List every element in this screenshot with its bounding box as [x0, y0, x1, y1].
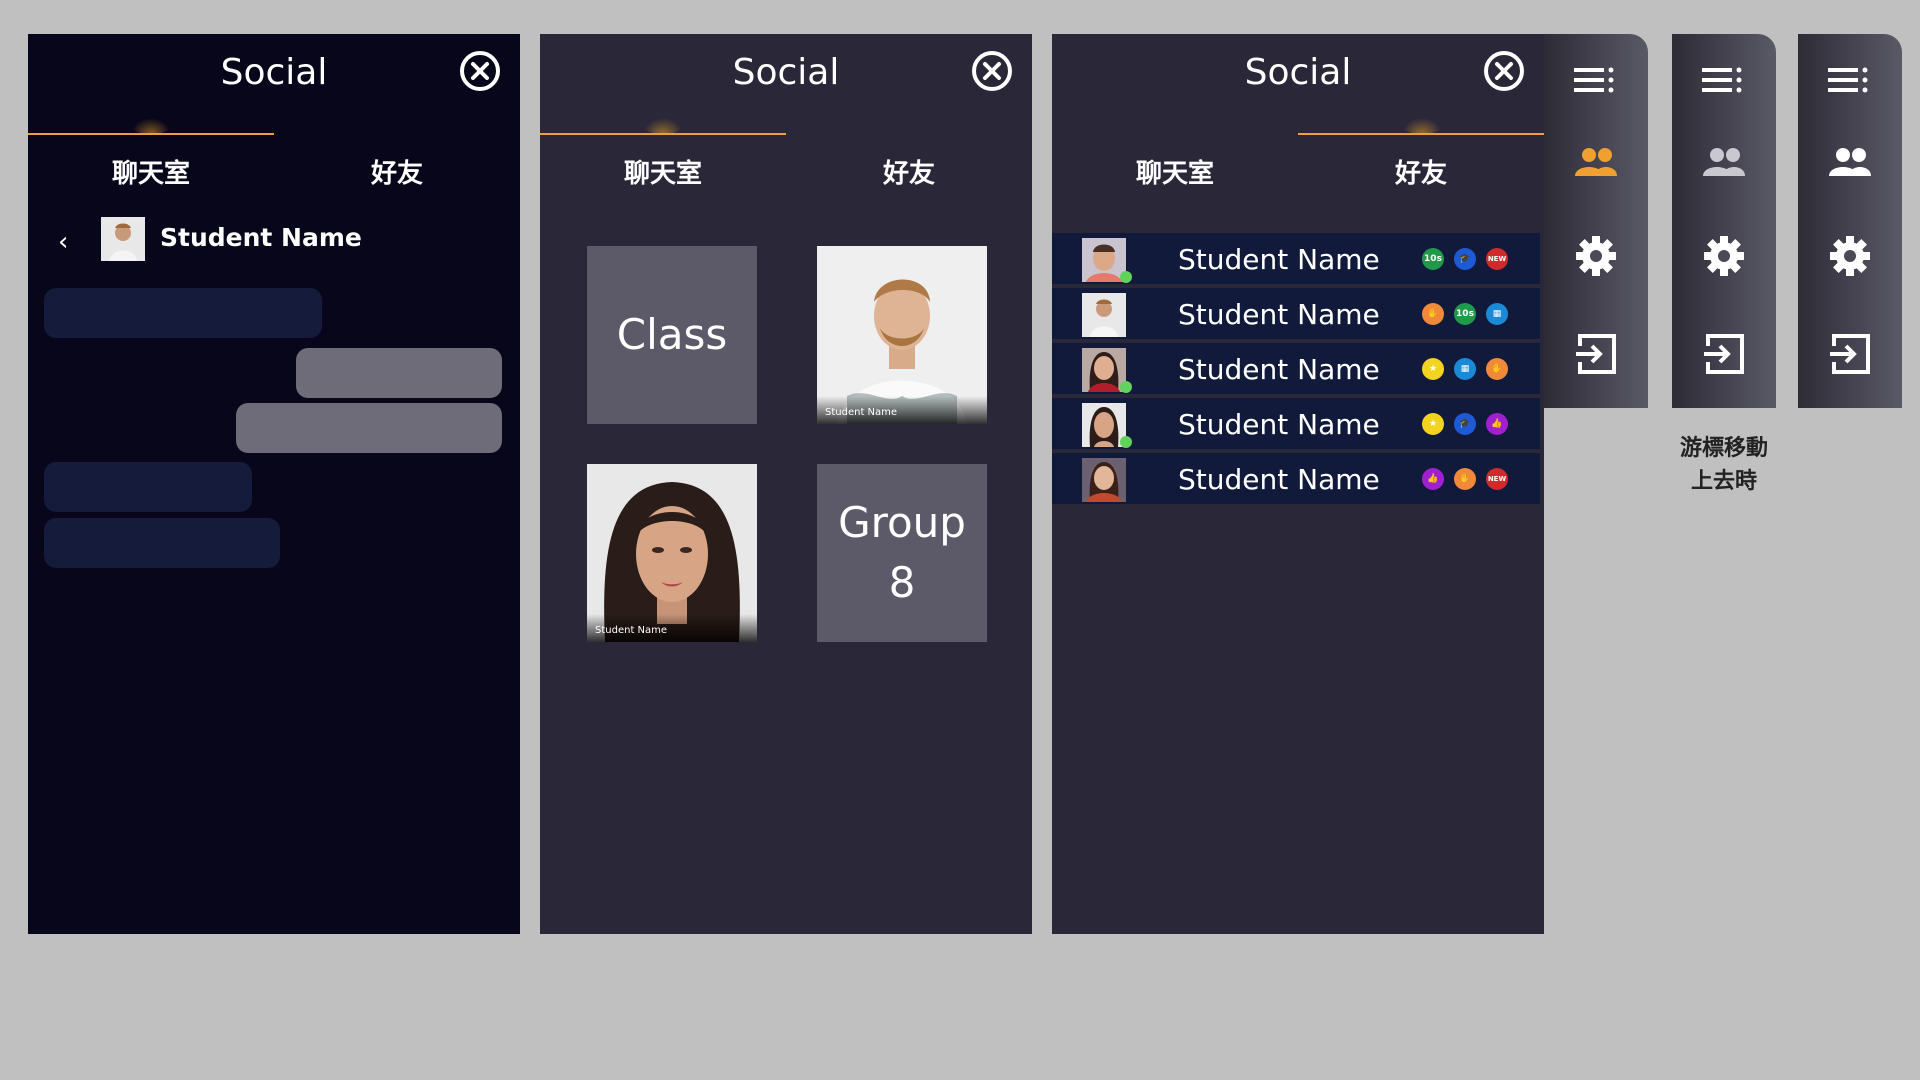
10s-badge-icon: 10s	[1454, 303, 1476, 325]
thumbs-up-badge-icon: 👍	[1422, 468, 1444, 490]
menu-icon[interactable]	[1698, 56, 1750, 108]
tab-friends[interactable]: 好友	[274, 153, 520, 190]
close-button[interactable]	[460, 51, 500, 91]
friends-icon[interactable]	[1570, 136, 1622, 188]
message-bubble-outgoing	[236, 403, 502, 453]
new-badge-icon: NEW	[1486, 468, 1508, 490]
social-chat-panel: Social 聊天室 好友 ‹ Student Name	[28, 34, 520, 934]
student-photo	[817, 246, 987, 424]
hand-badge-icon: ✋	[1422, 303, 1444, 325]
close-icon	[1495, 62, 1513, 80]
star-badge-icon: ★	[1422, 413, 1444, 435]
tab-glow	[131, 118, 171, 134]
room-tile-student[interactable]: Student Name	[817, 246, 987, 424]
avatar	[1082, 293, 1126, 337]
avatar	[1082, 458, 1126, 502]
online-status-dot	[1120, 381, 1132, 393]
sidebar-hover	[1672, 34, 1776, 408]
thumbs-up-badge-icon: 👍	[1486, 413, 1508, 435]
back-arrow-icon[interactable]: ‹	[58, 227, 68, 257]
friend-row[interactable]: Student Name 👍 ✋ NEW	[1052, 453, 1540, 504]
room-label: Group	[838, 498, 966, 547]
sidebar-friends-active	[1544, 34, 1648, 408]
friend-row[interactable]: Student Name 10s 🎓 NEW	[1052, 233, 1540, 284]
settings-icon[interactable]	[1570, 230, 1622, 282]
tab-indicator	[1298, 133, 1544, 135]
tab-indicator	[540, 133, 786, 135]
avatar	[101, 217, 145, 261]
logout-icon[interactable]	[1698, 328, 1750, 380]
star-badge-icon: ★	[1422, 358, 1444, 380]
chat-header: ‹ Student Name	[28, 217, 520, 267]
message-bubble-incoming	[44, 288, 322, 338]
chart-badge-icon: ▦	[1454, 358, 1476, 380]
tab-chatroom[interactable]: 聊天室	[540, 153, 786, 190]
tab-glow	[643, 118, 683, 134]
tab-chatroom[interactable]: 聊天室	[1052, 153, 1298, 190]
friend-row[interactable]: Student Name ★ ▦ ✋	[1052, 343, 1540, 394]
friend-name: Student Name	[1178, 408, 1380, 441]
chart-badge-icon: ▦	[1486, 303, 1508, 325]
tile-caption: Student Name	[825, 407, 898, 418]
friend-name: Student Name	[1178, 353, 1380, 386]
panel-title: Social	[1244, 52, 1352, 93]
new-badge-icon: NEW	[1486, 248, 1508, 270]
friend-row[interactable]: Student Name ★ 🎓 👍	[1052, 398, 1540, 449]
friends-icon[interactable]	[1824, 136, 1876, 188]
close-button[interactable]	[1484, 51, 1524, 91]
tab-glow	[1402, 118, 1442, 134]
tab-indicator	[28, 133, 274, 135]
graduation-cap-badge-icon: 🎓	[1454, 413, 1476, 435]
friend-name: Student Name	[1178, 463, 1380, 496]
panel-title: Social	[220, 52, 328, 93]
room-tile-student[interactable]: Student Name	[587, 464, 757, 642]
hover-caption-line: 上去時	[1690, 469, 1757, 494]
hand-badge-icon: ✋	[1486, 358, 1508, 380]
social-rooms-panel: Social 聊天室 好友 Class Student Name Student…	[540, 34, 1032, 934]
graduation-cap-badge-icon: 🎓	[1454, 248, 1476, 270]
hover-caption-line: 游標移動	[1679, 436, 1768, 461]
contact-name: Student Name	[160, 223, 362, 252]
student-photo	[587, 464, 757, 642]
hand-badge-icon: ✋	[1454, 468, 1476, 490]
sidebar-default	[1798, 34, 1902, 408]
message-bubble-incoming	[44, 518, 280, 568]
social-friends-panel: Social 聊天室 好友 Student Name 10s 🎓 NEW Stu…	[1052, 34, 1544, 934]
hover-caption: 游標移動 上去時	[1650, 432, 1798, 498]
room-label: Class	[616, 310, 728, 359]
message-bubble-incoming	[44, 462, 252, 512]
close-button[interactable]	[972, 51, 1012, 91]
menu-icon[interactable]	[1824, 56, 1876, 108]
message-bubble-outgoing	[296, 348, 502, 398]
logout-icon[interactable]	[1570, 328, 1622, 380]
online-status-dot	[1120, 271, 1132, 283]
friend-row[interactable]: Student Name ✋ 10s ▦	[1052, 288, 1540, 339]
friend-name: Student Name	[1178, 298, 1380, 331]
tab-friends[interactable]: 好友	[786, 153, 1032, 190]
room-label: 8	[888, 558, 916, 607]
friend-name: Student Name	[1178, 243, 1380, 276]
10s-badge-icon: 10s	[1422, 248, 1444, 270]
tab-chatroom[interactable]: 聊天室	[28, 153, 274, 190]
logout-icon[interactable]	[1824, 328, 1876, 380]
tile-caption: Student Name	[595, 625, 668, 636]
room-tile-class[interactable]: Class	[587, 246, 757, 424]
settings-icon[interactable]	[1698, 230, 1750, 282]
room-tile-group[interactable]: Group 8	[817, 464, 987, 642]
friends-icon[interactable]	[1698, 136, 1750, 188]
settings-icon[interactable]	[1824, 230, 1876, 282]
close-icon	[471, 62, 489, 80]
online-status-dot	[1120, 436, 1132, 448]
close-icon	[983, 62, 1001, 80]
menu-icon[interactable]	[1570, 56, 1622, 108]
tab-friends[interactable]: 好友	[1298, 153, 1544, 190]
panel-title: Social	[732, 52, 840, 93]
